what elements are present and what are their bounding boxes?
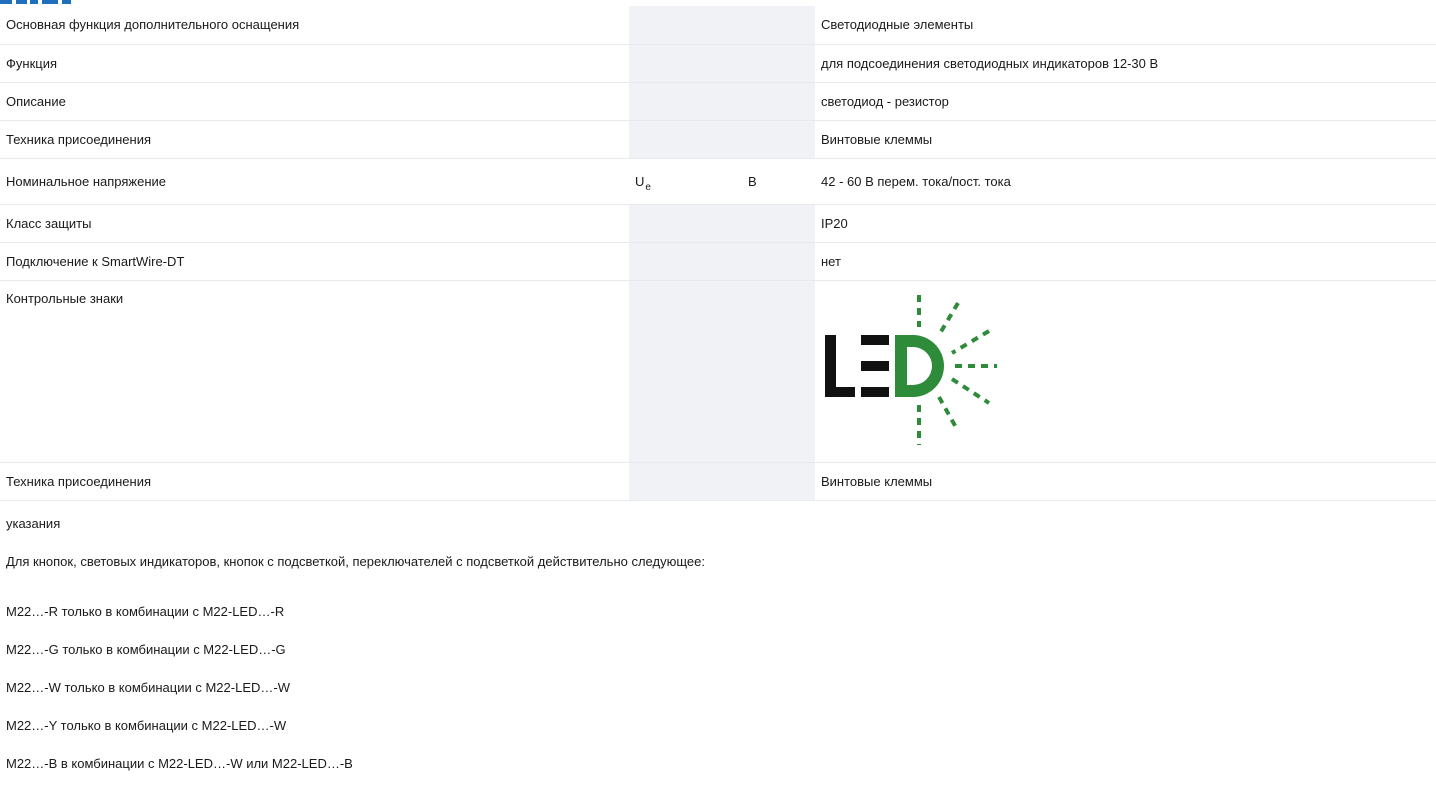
table-row: Контрольные знаки [0, 280, 1436, 463]
row-unit [742, 242, 815, 281]
row-symbol [629, 204, 742, 243]
row-symbol [629, 44, 742, 83]
row-symbol [629, 462, 742, 501]
row-value: Винтовые клеммы [815, 120, 1436, 159]
row-symbol [629, 120, 742, 159]
table-row: Номинальное напряжение Ue В 42 - 60 В пе… [0, 158, 1436, 205]
row-symbol [629, 82, 742, 121]
row-unit [742, 82, 815, 121]
symbol-subscript: e [645, 181, 651, 193]
list-item: M22…-B в комбинации с M22-LED…-W или M22… [6, 756, 353, 771]
row-symbol [629, 6, 742, 45]
row-unit [742, 6, 815, 45]
row-value: 42 - 60 В перем. тока/пост. тока [815, 158, 1436, 205]
row-value: светодиод - резистор [815, 82, 1436, 121]
table-row: Техника присоединения Винтовые клеммы [0, 462, 1436, 501]
table-row: Основная функция дополнительного оснащен… [0, 6, 1436, 45]
table-row: Описание светодиод - резистор [0, 82, 1436, 121]
row-symbol: Ue [629, 158, 742, 205]
row-label: Техника присоединения [0, 462, 629, 501]
symbol-main: U [635, 173, 645, 189]
list-item: M22…-R только в комбинации с M22-LED…-R [6, 604, 285, 619]
notes-section: указания Для кнопок, световых индикаторо… [6, 514, 1426, 792]
list-item: M22…-W только в комбинации с M22-LED…-W [6, 680, 290, 695]
row-value: для подсоединения светодиодных индикатор… [815, 44, 1436, 83]
row-value: IP20 [815, 204, 1436, 243]
row-value: нет [815, 242, 1436, 281]
row-value: Винтовые клеммы [815, 462, 1436, 501]
row-unit: В [742, 158, 815, 205]
row-unit [742, 280, 815, 463]
list-item: M22…-G только в комбинации с M22-LED…-G [6, 642, 286, 657]
list-item: M22…-Y только в комбинации с M22-LED…-W [6, 718, 287, 733]
row-symbol [629, 242, 742, 281]
row-symbol [629, 280, 742, 463]
row-label: Описание [0, 82, 629, 121]
row-unit [742, 120, 815, 159]
notes-intro: Для кнопок, световых индикаторов, кнопок… [6, 554, 705, 569]
row-unit [742, 44, 815, 83]
row-value [815, 280, 1436, 463]
row-value: Светодиодные элементы [815, 6, 1436, 45]
table-row: Функция для подсоединения светодиодных и… [0, 44, 1436, 83]
row-label: Техника присоединения [0, 120, 629, 159]
row-label: Класс защиты [0, 204, 629, 243]
row-label: Функция [0, 44, 629, 83]
table-row: Подключение к SmartWire-DT нет [0, 242, 1436, 281]
header-accent-bar [0, 0, 1436, 5]
notes-title: указания [6, 516, 61, 531]
table-row: Техника присоединения Винтовые клеммы [0, 120, 1436, 159]
spec-table: Основная функция дополнительного оснащен… [0, 6, 1436, 501]
led-logo-icon [825, 295, 997, 445]
row-label: Номинальное напряжение [0, 158, 629, 205]
row-unit [742, 204, 815, 243]
row-label: Основная функция дополнительного оснащен… [0, 6, 629, 45]
row-unit [742, 462, 815, 501]
row-label: Подключение к SmartWire-DT [0, 242, 629, 281]
table-row: Класс защиты IP20 [0, 204, 1436, 243]
row-label: Контрольные знаки [0, 280, 629, 463]
